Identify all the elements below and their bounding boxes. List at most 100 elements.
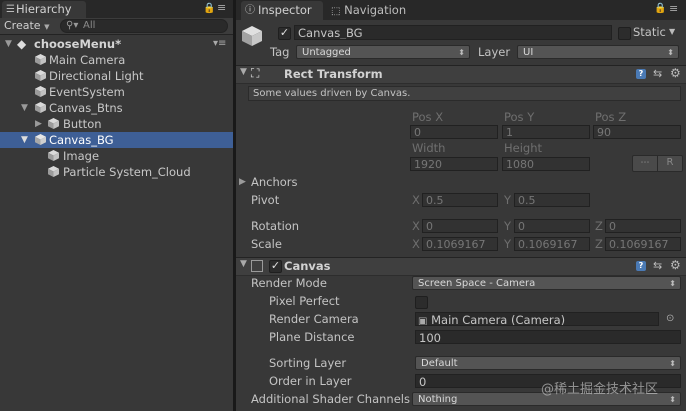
render-camera-field[interactable]: ▣ Main Camera (Camera)	[415, 312, 659, 326]
lock-icon[interactable]: 🔒	[654, 3, 666, 14]
gear-icon[interactable]: ⚙	[670, 258, 681, 272]
canvas-enabled-checkbox[interactable]: ✓	[269, 260, 282, 273]
hierarchy-item-eventsystem[interactable]: EventSystem	[0, 84, 233, 100]
plane-distance-field[interactable]: 100	[415, 330, 681, 344]
hierarchy-item-button[interactable]: ▶ Button	[0, 116, 233, 132]
plane-distance-label: Plane Distance	[269, 330, 355, 344]
scale-x-field[interactable]: 0.1069167	[422, 237, 498, 251]
pivot-x-axis-label: X	[412, 193, 420, 207]
create-button[interactable]: Create ▼	[4, 19, 49, 33]
hierarchy-item-directional-light[interactable]: Directional Light	[0, 68, 233, 84]
rect-transform-icon: ⛶	[251, 66, 261, 80]
canvas-title: Canvas	[284, 259, 331, 273]
help-icon[interactable]: ?	[636, 69, 646, 79]
width-field[interactable]: 1920	[410, 157, 498, 171]
scene-menu-icon[interactable]: ▾≡	[213, 36, 226, 52]
pos-y-label: Pos Y	[504, 110, 535, 124]
object-name-field[interactable]: Canvas_BG	[294, 25, 612, 40]
hierarchy-item-label: EventSystem	[49, 85, 125, 99]
scale-z-field[interactable]: 0.1069167	[605, 237, 681, 251]
tab-hierarchy[interactable]: ☰ Hierarchy	[2, 1, 86, 18]
hierarchy-item-canvas-btns[interactable]: ▼ Canvas_Btns	[0, 100, 233, 116]
scale-y-field[interactable]: 0.1069167	[514, 237, 590, 251]
render-camera-value: Main Camera (Camera)	[431, 313, 566, 326]
order-in-layer-label: Order in Layer	[269, 374, 352, 388]
rotation-x-axis-label: X	[412, 219, 420, 233]
watermark: @稀土掘金技术社区	[541, 382, 659, 397]
pos-x-field[interactable]: 0	[410, 125, 498, 139]
tab-inspector[interactable]: ⓘ Inspector	[241, 1, 323, 20]
raw-edit-button[interactable]: R	[657, 155, 683, 172]
preset-icon[interactable]: ⇆	[653, 67, 662, 80]
active-checkbox[interactable]: ✓	[278, 27, 291, 40]
panel-menu-icon[interactable]: ≡	[669, 2, 678, 15]
hierarchy-search-input[interactable]: ⚲▾ All	[60, 19, 228, 33]
expand-arrow-icon[interactable]: ▼	[21, 100, 28, 116]
help-icon[interactable]: ?	[636, 261, 646, 271]
updown-arrow-icon: ⬍	[669, 395, 676, 404]
sorting-layer-dropdown[interactable]: Default ⬍	[415, 356, 681, 370]
tag-dropdown[interactable]: Untagged ⬍	[296, 45, 470, 59]
blueprint-mode-button[interactable]: ⋯	[632, 155, 658, 172]
pivot-y-field[interactable]: 0.5	[514, 193, 590, 207]
static-checkbox[interactable]	[618, 27, 631, 40]
expand-arrow-icon[interactable]: ▼	[240, 259, 247, 269]
preset-icon[interactable]: ⇆	[653, 259, 662, 272]
shader-channels-label: Additional Shader Channels	[251, 392, 410, 406]
pos-y-field[interactable]: 1	[502, 125, 590, 139]
pixel-perfect-label: Pixel Perfect	[269, 294, 340, 308]
tag-label: Tag	[270, 45, 290, 59]
search-icon: ⚲▾	[66, 20, 79, 31]
layer-dropdown-value: UI	[523, 47, 534, 58]
expand-arrow-icon[interactable]: ▼	[5, 36, 12, 52]
gameobject-cube-icon	[48, 118, 59, 129]
anchors-expand-icon[interactable]: ▶	[239, 177, 246, 187]
render-mode-value: Screen Space - Camera	[418, 278, 536, 289]
panel-menu-icon[interactable]: ≡	[217, 1, 226, 14]
height-field[interactable]: 1080	[502, 157, 590, 171]
layer-dropdown[interactable]: UI ⬍	[517, 45, 679, 59]
tab-hierarchy-label: Hierarchy	[16, 2, 72, 16]
search-placeholder: All	[83, 20, 96, 31]
sorting-layer-value: Default	[421, 358, 458, 369]
scene-row[interactable]: ▼ ◆ chooseMenu* ▾≡	[0, 36, 233, 52]
gear-icon[interactable]: ⚙	[670, 66, 681, 80]
gameobject-large-cube-icon	[242, 26, 262, 46]
collapse-arrow-icon[interactable]: ▶	[35, 116, 42, 132]
rect-transform-header[interactable]: ▼ ⛶ Rect Transform ? ⇆ ⚙	[236, 65, 686, 84]
hierarchy-item-particle-system-cloud[interactable]: Particle System_Cloud	[0, 164, 233, 180]
hierarchy-toolbar: Create ▼ ⚲▾ All	[0, 18, 233, 35]
hierarchy-item-canvas-bg[interactable]: ▼ Canvas_BG	[0, 132, 233, 148]
canvas-component-icon	[251, 260, 263, 272]
render-mode-label: Render Mode	[251, 276, 327, 290]
rotation-z-field[interactable]: 0	[605, 219, 681, 233]
driven-values-note: Some values driven by Canvas.	[253, 88, 411, 99]
static-dropdown-arrow-icon[interactable]: ▼	[669, 27, 675, 36]
pos-x-label: Pos X	[412, 110, 444, 124]
pos-z-field[interactable]: 90	[593, 125, 681, 139]
pixel-perfect-checkbox[interactable]	[415, 296, 428, 309]
hierarchy-item-image[interactable]: Image	[0, 148, 233, 164]
create-button-label: Create	[4, 19, 41, 32]
gameobject-cube-icon	[35, 54, 46, 65]
pivot-x-field[interactable]: 0.5	[422, 193, 498, 207]
rotation-y-field[interactable]: 0	[514, 219, 590, 233]
rect-transform-title: Rect Transform	[284, 67, 383, 81]
height-label: Height	[504, 141, 543, 155]
rotation-x-field[interactable]: 0	[422, 219, 498, 233]
hierarchy-item-label: Directional Light	[49, 69, 144, 83]
expand-arrow-icon[interactable]: ▼	[21, 132, 28, 148]
caret-down-icon: ▼	[44, 23, 50, 31]
width-label: Width	[412, 141, 446, 155]
hierarchy-item-main-camera[interactable]: Main Camera	[0, 52, 233, 68]
object-picker-icon[interactable]: ⊙	[666, 313, 674, 324]
rotation-z-axis-label: Z	[595, 219, 603, 233]
anchors-label[interactable]: Anchors	[251, 175, 298, 189]
canvas-component-header[interactable]: ▼ ✓ Canvas ? ⇆ ⚙	[236, 257, 686, 276]
navigation-icon: ⬚	[331, 6, 341, 17]
tab-navigation[interactable]: ⬚ Navigation	[331, 2, 406, 19]
lock-icon[interactable]: 🔒	[203, 3, 215, 14]
render-mode-dropdown[interactable]: Screen Space - Camera ⬍	[412, 276, 681, 290]
shader-channels-value: Nothing	[418, 394, 458, 405]
expand-arrow-icon[interactable]: ▼	[240, 67, 247, 77]
